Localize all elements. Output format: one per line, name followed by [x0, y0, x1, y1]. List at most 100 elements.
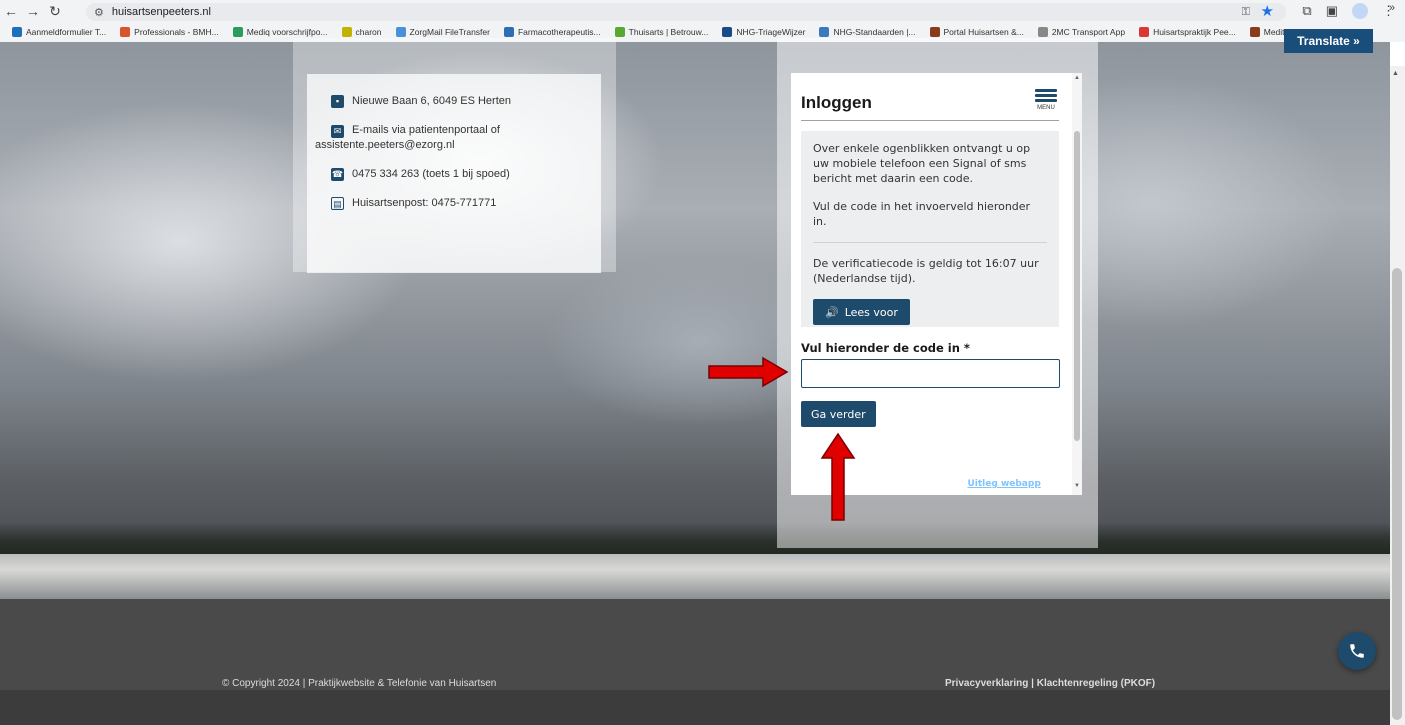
bookmark-label: Professionals - BMH...: [134, 27, 219, 37]
login-title: Inloggen: [801, 93, 872, 112]
login-header: Inloggen MENU: [801, 87, 1059, 121]
phone-handset-icon: [1350, 644, 1364, 658]
forward-icon[interactable]: →: [22, 0, 44, 22]
verification-info-box: Over enkele ogenblikken ontvangt u op uw…: [801, 131, 1059, 327]
url-text: huisartsenpeeters.nl: [111, 6, 211, 18]
bookmark-label: Farmacotherapeutis...: [517, 27, 601, 37]
red-arrow-up-icon: [820, 432, 856, 521]
bookmark-favicon-icon: [722, 27, 733, 37]
reload-icon[interactable]: ↻: [44, 0, 66, 22]
divider: [813, 242, 1047, 243]
code-input[interactable]: [801, 359, 1060, 388]
side-panel-icon[interactable]: ▣: [1326, 3, 1338, 19]
address-bar[interactable]: ⚙ huisartsenpeeters.nl ⚿ ★: [86, 3, 1286, 21]
bookmark-item[interactable]: NHG-Standaarden |...: [819, 27, 916, 37]
bookmark-favicon-icon: [120, 27, 131, 37]
bookmark-favicon-icon: [1139, 27, 1150, 37]
bookmark-label: NHG-Standaarden |...: [833, 27, 916, 37]
bookmark-item[interactable]: NHG-TriageWijzer: [722, 27, 805, 37]
call-button[interactable]: [1338, 632, 1376, 670]
menu-button[interactable]: MENU: [1033, 87, 1059, 115]
profile-avatar[interactable]: [1352, 3, 1368, 19]
email-address[interactable]: assistente.peeters@ezorg.nl: [315, 138, 589, 153]
read-aloud-label: Lees voor: [844, 305, 898, 319]
bookmark-favicon-icon: [1037, 27, 1048, 37]
bookmark-label: Huisartspraktijk Pee...: [1153, 27, 1236, 37]
bookmark-label: Portal Huisartsen &...: [943, 27, 1024, 37]
back-icon[interactable]: ←: [0, 0, 22, 22]
bookmark-favicon-icon: [232, 27, 243, 37]
email-icon: ✉: [331, 124, 344, 138]
bookmark-item[interactable]: Mediq voorschrijfpo...: [232, 27, 328, 37]
email-line1: E-mails via patientenportaal of: [352, 124, 500, 136]
phone-row: ☎ 0475 334 263 (toets 1 bij spoed): [307, 167, 601, 182]
read-aloud-button[interactable]: 🔊 Lees voor: [813, 299, 910, 325]
translate-button[interactable]: Translate »: [1284, 29, 1373, 53]
bookmark-item[interactable]: Farmacotherapeutis...: [503, 27, 601, 37]
bookmark-item[interactable]: Portal Huisartsen &...: [929, 27, 1024, 37]
bookmark-item[interactable]: Huisartspraktijk Pee...: [1139, 27, 1236, 37]
continue-button[interactable]: Ga verder: [801, 401, 876, 427]
lake-image: [0, 554, 1390, 599]
bookmark-favicon-icon: [819, 27, 830, 37]
bookmarks-overflow-icon[interactable]: »: [1389, 2, 1395, 14]
bookmark-favicon-icon: [1249, 27, 1260, 37]
scroll-up-arrow-icon[interactable]: ▲: [1072, 75, 1082, 81]
bookmark-item[interactable]: Aanmeldformulier T...: [12, 27, 106, 37]
menu-label: MENU: [1037, 105, 1055, 111]
hamburger-icon-bar: [1035, 94, 1057, 97]
info-text-3: De verificatiecode is geldig tot 16:07 u…: [813, 257, 1039, 285]
bookmark-favicon-icon: [503, 27, 514, 37]
site-settings-icon[interactable]: ⚙: [94, 6, 104, 19]
treeline-image: [0, 522, 1390, 558]
speaker-icon: 🔊: [825, 305, 839, 319]
phone-icon: ☎: [331, 168, 344, 181]
code-label: Vul hieronder de code in *: [801, 341, 970, 355]
hamburger-icon: [1035, 89, 1057, 92]
phone-text[interactable]: 0475 334 263 (toets 1 bij spoed): [352, 167, 510, 182]
bookmark-favicon-icon: [12, 27, 22, 37]
bookmark-favicon-icon: [395, 27, 406, 37]
red-arrow-right-icon: [708, 356, 789, 388]
address-text: Nieuwe Baan 6, 6049 ES Herten: [352, 95, 511, 107]
privacy-links[interactable]: Privacyverklaring | Klachtenregeling (PK…: [945, 678, 1155, 689]
copyright-text: © Copyright 2024 | Praktijkwebsite & Tel…: [222, 678, 497, 689]
hero-background-image: [0, 42, 1390, 599]
page-scroll-up-icon[interactable]: ▲: [1392, 70, 1399, 77]
page-viewport: [0, 42, 1390, 725]
bookmark-item[interactable]: Thuisarts | Betrouw...: [614, 27, 709, 37]
bookmark-label: Thuisarts | Betrouw...: [628, 27, 709, 37]
bookmark-label: charon: [355, 27, 382, 37]
manual-link[interactable]: Uitleg webapp: [967, 479, 1040, 489]
page-scrollbar-thumb[interactable]: [1392, 268, 1402, 720]
password-key-icon[interactable]: ⚿: [1242, 3, 1250, 21]
address-row: ▪ Nieuwe Baan 6, 6049 ES Herten: [307, 94, 601, 109]
bookmark-label: 2MC Transport App: [1051, 27, 1126, 37]
bookmark-item[interactable]: Professionals - BMH...: [120, 27, 219, 37]
email-row: ✉ E-mails via patientenportaal of assist…: [307, 123, 601, 153]
bookmark-item[interactable]: ZorgMail FileTransfer: [395, 27, 490, 37]
bookmark-item[interactable]: charon: [341, 27, 382, 37]
clipboard-icon: ▤: [331, 197, 344, 210]
bookmark-label: NHG-TriageWijzer: [736, 27, 806, 37]
extensions-icon[interactable]: ⧉: [1302, 3, 1311, 19]
huisartsenpost-row: ▤ Huisartsenpost: 0475-771771: [307, 196, 601, 211]
info-text-1: Over enkele ogenblikken ontvangt u op uw…: [813, 142, 1031, 185]
bookmark-favicon-icon: [341, 27, 352, 37]
browser-toolbar: ← → ↻ ⚙ huisartsenpeeters.nl ⚿ ★ ⧉ ▣ ⋮ A…: [0, 0, 1405, 42]
bookmark-favicon-icon: [929, 27, 940, 37]
bookmarks-bar: Aanmeldformulier T... Professionals - BMH…: [0, 22, 1405, 42]
login-scrollbar-thumb[interactable]: [1074, 131, 1080, 441]
bookmark-item[interactable]: 2MC Transport App: [1037, 27, 1126, 37]
bookmark-favicon-icon: [614, 27, 625, 37]
bookmark-star-icon[interactable]: ★: [1261, 3, 1274, 21]
hamburger-icon-bar: [1035, 99, 1057, 102]
bookmark-label: Mediq voorschrijfpo...: [246, 27, 328, 37]
footer-bottom-strip: [0, 690, 1390, 725]
contact-panel: ▪ Nieuwe Baan 6, 6049 ES Herten ✉ E-mail…: [307, 74, 601, 273]
address-icon: ▪: [331, 95, 344, 108]
bookmark-label: ZorgMail FileTransfer: [409, 27, 490, 37]
info-text-2: Vul de code in het invoerveld hieronder …: [813, 200, 1031, 228]
huisartsenpost-text[interactable]: Huisartsenpost: 0475-771771: [352, 196, 496, 211]
bookmark-label: Aanmeldformulier T...: [26, 27, 107, 37]
